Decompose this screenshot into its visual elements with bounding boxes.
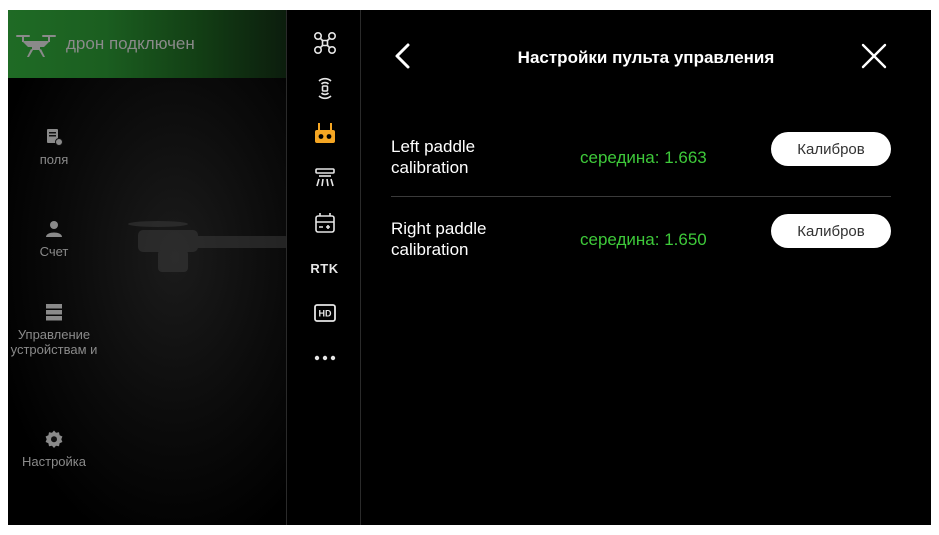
menu-item-account[interactable]: Счет [8, 220, 100, 259]
drone-icon [16, 35, 56, 57]
right-paddle-label: Right paddle calibration [391, 219, 487, 259]
drone-settings-icon [313, 31, 336, 55]
spray-nozzle-icon [314, 168, 335, 187]
tab-drone-settings[interactable] [287, 23, 362, 63]
remote-controller-settings-panel: Настройки пульта управления Left paddle … [361, 10, 931, 525]
app-screen: дрон подключен поля Счет Управление устр… [8, 10, 931, 525]
connection-status-text: дрон подключен [66, 34, 195, 53]
tab-spray[interactable] [287, 158, 362, 198]
menu-item-label: Управление устройствам и [10, 327, 98, 357]
left-panel: дрон подключен поля Счет Управление устр… [8, 10, 286, 525]
tab-hd-video[interactable]: HD [287, 293, 362, 333]
tab-more[interactable] [287, 338, 362, 378]
connection-status-bar: дрон подключен [8, 10, 286, 78]
battery-icon [314, 213, 335, 233]
left-paddle-label: Left paddle calibration [391, 137, 476, 177]
radar-signal-icon [317, 77, 332, 100]
drone-background-image [128, 221, 286, 272]
menu-item-label: поля [39, 152, 69, 167]
page-title: Настройки пульта управления [517, 48, 775, 67]
hd-label: HD [318, 309, 331, 319]
menu-item-label: Счет [39, 244, 69, 259]
hd-video-icon: HD [313, 304, 336, 322]
left-paddle-value: середина: 1.663 [580, 148, 707, 167]
right-paddle-value: середина: 1.650 [580, 230, 707, 249]
menu-item-fields[interactable]: поля [8, 128, 100, 167]
left-paddle-row: Left paddle calibration середина: 1.663 … [391, 132, 891, 200]
menu-item-settings[interactable]: Настройка [8, 430, 100, 469]
gear-icon [45, 430, 63, 448]
user-icon [46, 221, 62, 237]
right-paddle-row: Right paddle calibration середина: 1.650… [391, 214, 891, 282]
right-paddle-calibrate-button[interactable]: Калибров [771, 214, 891, 248]
rtk-label: RTK [310, 260, 339, 276]
left-paddle-calibrate-button[interactable]: Калибров [771, 132, 891, 166]
server-icon [46, 304, 62, 321]
menu-item-label: Настройка [22, 454, 86, 469]
tab-radar[interactable] [287, 68, 362, 108]
remote-controller-icon [314, 123, 335, 143]
close-icon[interactable] [861, 43, 887, 69]
menu-item-device-management[interactable]: Управление устройствам и [8, 303, 100, 357]
fields-doc-icon [47, 129, 63, 146]
tab-remote-controller[interactable] [287, 113, 362, 153]
more-icon [314, 355, 335, 361]
row-divider [391, 196, 891, 197]
tab-rtk[interactable]: RTK [287, 248, 362, 288]
tab-battery[interactable] [287, 203, 362, 243]
settings-category-strip: RTK HD [286, 10, 361, 525]
